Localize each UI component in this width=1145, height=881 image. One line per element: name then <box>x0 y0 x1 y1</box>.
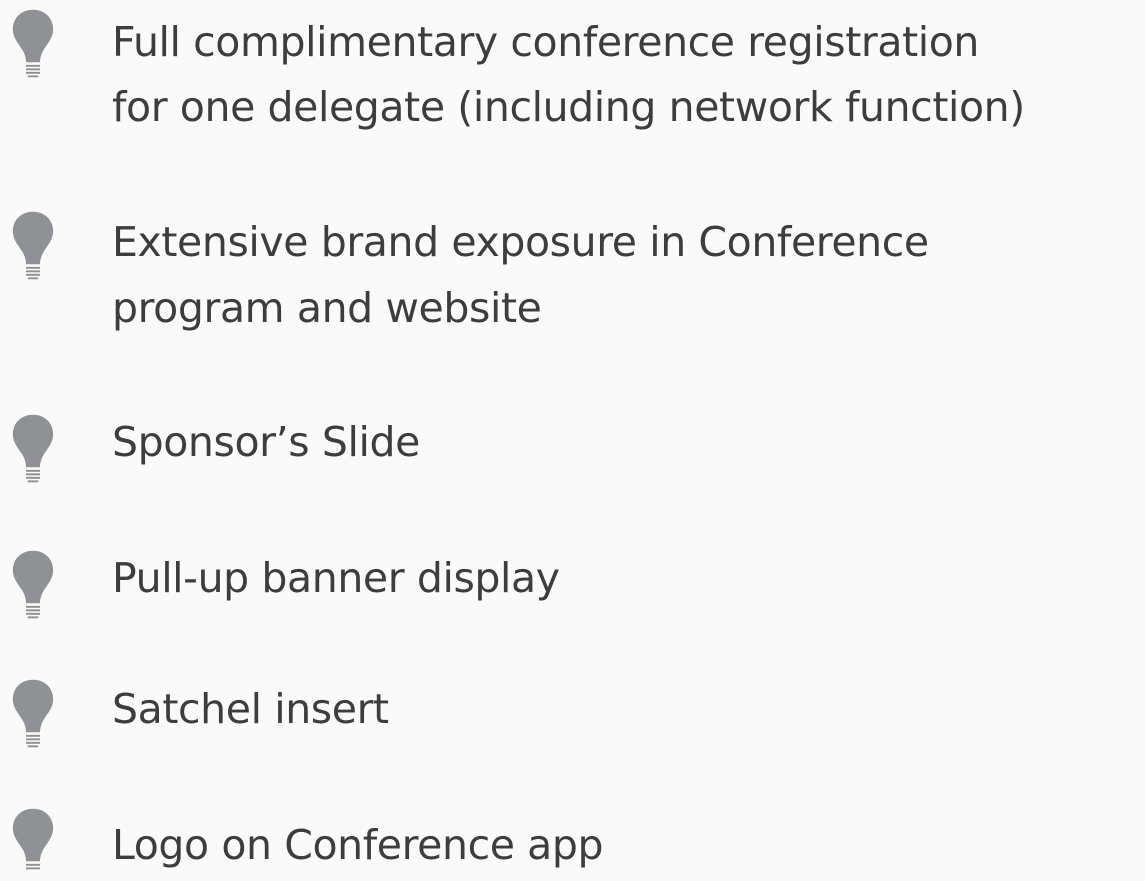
lightbulb-icon <box>12 211 54 280</box>
lightbulb-icon <box>12 550 54 619</box>
lightbulb-icon <box>12 808 54 870</box>
list-item-line: Full complimentary conference registrati… <box>112 18 980 66</box>
lightbulb-icon <box>12 414 54 483</box>
list-item-line: Sponsor’s Slide <box>112 418 420 466</box>
list-item-line: Extensive brand exposure in Conference <box>112 218 929 266</box>
sponsorship-benefits-list: Full complimentary conference registrati… <box>0 0 1145 881</box>
list-item-line: for one delegate (including network func… <box>112 83 1025 131</box>
lightbulb-icon <box>12 679 54 748</box>
list-item-line: Pull-up banner display <box>112 554 560 602</box>
list-item-line: Satchel insert <box>112 685 389 733</box>
list-item-line: Logo on Conference app <box>112 821 604 869</box>
list-item-line: program and website <box>112 284 542 332</box>
lightbulb-icon <box>12 9 54 78</box>
